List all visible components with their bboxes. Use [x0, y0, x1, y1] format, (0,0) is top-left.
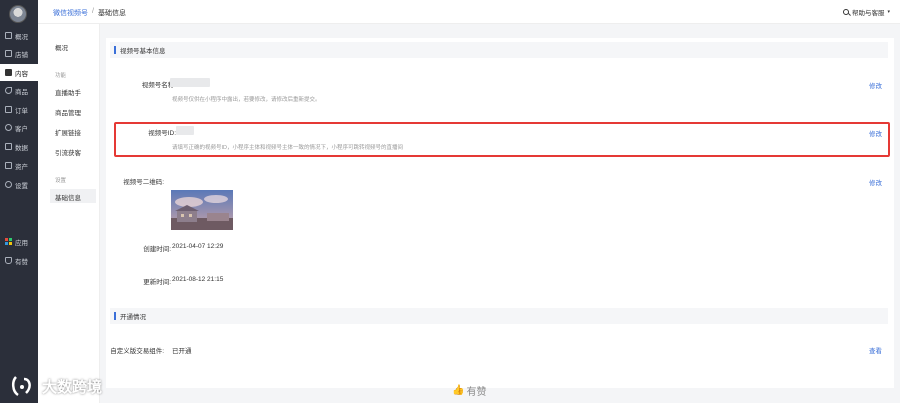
sidebar-item-settings[interactable]: 设置 — [0, 176, 38, 193]
gear-icon — [5, 181, 12, 188]
main-content: 视频号基本信息 视频号名称: 视频号仅供在小程序中露出，若要修改，请修改后重新提… — [100, 24, 900, 403]
submenu-item-basic-info[interactable]: 基础信息 — [55, 192, 81, 202]
sidebar-item-youzan[interactable]: 有赞 — [0, 252, 38, 269]
breadcrumb-link[interactable]: 微信视频号 — [53, 8, 88, 18]
edit-qr-link[interactable]: 修改 — [869, 177, 882, 187]
qr-label: 视频号二维码: — [123, 179, 164, 186]
thumbs-up-icon — [5, 257, 12, 264]
sidebar-item-label: 资产 — [15, 163, 28, 171]
qr-code-image — [171, 190, 233, 230]
name-hint: 视频号仅供在小程序中露出，若要修改，请修改后重新提交。 — [172, 97, 321, 103]
sidebar-item-label: 设置 — [15, 182, 28, 190]
breadcrumb-current: 基础信息 — [98, 10, 126, 17]
monitor-icon — [5, 32, 12, 39]
chevron-down-icon: ▾ — [887, 9, 890, 15]
submenu-item-traffic[interactable]: 引流获客 — [55, 147, 81, 157]
component-value: 已开通 — [172, 348, 192, 355]
like-label: 有赞 — [466, 387, 487, 398]
sidebar-item-label: 应用 — [15, 239, 28, 247]
secondary-menu: 概况 功能 直播助手 商品管理 扩展链接 引流获客 设置 基础信息 — [38, 24, 100, 403]
breadcrumb-separator: / — [92, 8, 94, 15]
order-icon — [5, 106, 12, 113]
like-button[interactable]: 👍 有赞 — [452, 383, 486, 398]
avatar[interactable] — [9, 5, 27, 23]
sidebar-item-label: 内容 — [15, 70, 28, 78]
sidebar-item-data[interactable]: 数据 — [0, 138, 38, 155]
sidebar-item-goods[interactable]: 商品 — [0, 82, 38, 99]
thumbs-up-icon: 👍 — [452, 385, 465, 396]
sidebar-item-label: 数据 — [15, 144, 28, 152]
search-icon — [842, 9, 849, 15]
sidebar-item-label: 店铺 — [15, 51, 28, 59]
sidebar-item-label: 客户 — [15, 125, 28, 133]
submenu-group-function: 功能 — [55, 73, 67, 79]
component-label: 自定义版交易组件: — [110, 348, 164, 355]
section-accent-bar — [114, 46, 116, 54]
submenu-item-product-management[interactable]: 商品管理 — [55, 107, 81, 117]
watermark: 大数跨境 — [10, 373, 102, 399]
sidebar-item-label: 商品 — [15, 88, 28, 96]
store-icon — [5, 50, 12, 57]
section-accent-bar — [114, 312, 116, 320]
created-label: 创建时间: — [143, 246, 171, 253]
section-title: 视频号基本信息 — [120, 48, 166, 55]
apps-icon — [5, 238, 12, 245]
user-icon — [5, 124, 12, 131]
sidebar-item-overview[interactable]: 概况 — [0, 27, 38, 44]
top-bar: 微信视频号 / 基础信息 帮助与客服 ▾ — [38, 0, 900, 24]
section-title: 开通情况 — [120, 314, 146, 321]
document-icon — [5, 69, 12, 76]
chart-icon — [5, 143, 12, 150]
name-value-redacted — [170, 78, 210, 87]
help-button[interactable]: 帮助与客服 ▾ — [842, 7, 890, 17]
tag-icon — [5, 87, 12, 94]
sidebar-item-label: 订单 — [15, 107, 28, 115]
edit-name-link[interactable]: 修改 — [869, 80, 882, 90]
wallet-icon — [5, 162, 12, 169]
view-link[interactable]: 查看 — [869, 345, 882, 355]
highlight-box — [114, 122, 890, 157]
created-value: 2021-04-07 12:29 — [172, 243, 224, 250]
sidebar-item-content[interactable]: 内容 — [0, 64, 38, 81]
main-sidebar: 概况 店铺 内容 商品 订单 客户 数据 资产 设置 应用 有赞 — [0, 0, 38, 403]
submenu-item-overview[interactable]: 概况 — [55, 42, 68, 52]
name-label: 视频号名称: — [141, 82, 176, 89]
sidebar-item-assets[interactable]: 资产 — [0, 157, 38, 174]
sidebar-item-store[interactable]: 店铺 — [0, 45, 38, 62]
sidebar-item-label: 概况 — [15, 33, 28, 41]
watermark-text: 大数跨境 — [42, 378, 103, 396]
submenu-item-live-assistant[interactable]: 直播助手 — [55, 87, 81, 97]
submenu-group-settings: 设置 — [55, 178, 67, 184]
help-label: 帮助与客服 — [851, 10, 885, 17]
content-card: 视频号基本信息 视频号名称: 视频号仅供在小程序中露出，若要修改，请修改后重新提… — [106, 38, 894, 388]
sidebar-item-apps[interactable]: 应用 — [0, 233, 38, 250]
sidebar-item-orders[interactable]: 订单 — [0, 101, 38, 118]
updated-value: 2021-08-12 21:15 — [172, 276, 224, 283]
section-header-basic-info: 视频号基本信息 — [110, 42, 888, 58]
section-header-activation: 开通情况 — [110, 308, 888, 324]
sidebar-item-label: 有赞 — [15, 258, 28, 266]
watermark-logo-icon — [12, 376, 31, 397]
sidebar-item-customers[interactable]: 客户 — [0, 119, 38, 136]
submenu-item-extension-links[interactable]: 扩展链接 — [55, 127, 81, 137]
updated-label: 更新时间: — [143, 279, 171, 286]
